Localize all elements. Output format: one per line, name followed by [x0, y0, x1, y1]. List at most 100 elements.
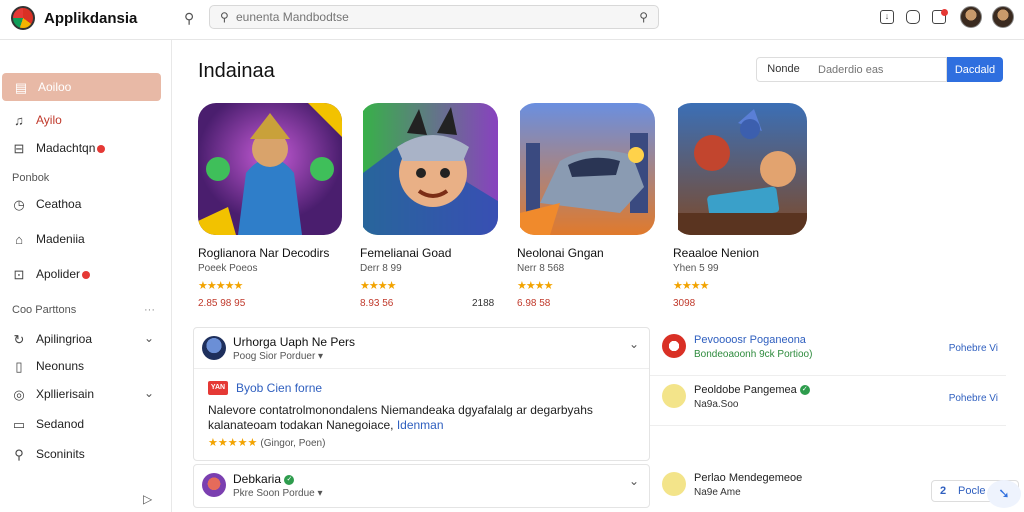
search-submit-icon[interactable]: ⚲ [639, 10, 648, 24]
reviewer-name[interactable]: Debkaria ✓ [233, 472, 295, 486]
search-bar[interactable]: ⚲ ⚲ [209, 5, 659, 29]
filter-input[interactable] [810, 57, 947, 82]
app-logo-icon[interactable] [11, 6, 35, 30]
sidebar: ▤ Aoiloo ♫ Ayilo ⊟ Madachtqn Ponbok ◷ Ce… [0, 40, 172, 512]
game-cover-image[interactable] [673, 103, 807, 235]
sidebar-item-home[interactable]: ⌂ Madeniia [0, 225, 172, 253]
sidebar-item-label: Madachtqn [36, 141, 106, 155]
game-title[interactable]: Reaaloe Nenion [673, 246, 759, 260]
activity-title[interactable]: Peoldobe Pangemea ✓ [694, 384, 810, 396]
chevron-down-icon[interactable]: ⌄ [629, 474, 639, 488]
sidebar-item-charts[interactable]: ⊡ Apolider [0, 260, 172, 288]
sidebar-item-label: Madeniia [36, 232, 85, 246]
game-meta: Poeek Poeos [198, 263, 258, 274]
search-input[interactable] [236, 9, 616, 25]
sidebar-item-label: Aoiloo [38, 80, 72, 94]
game-title[interactable]: Femelianai Goad [360, 246, 451, 260]
game-meta: Yhen 5 99 [673, 263, 719, 274]
sidebar-item-label: Neonuns [36, 359, 85, 373]
notification-badge [941, 9, 948, 16]
game-card[interactable]: Reaaloe Nenion Yhen 5 99 ★★★★ 3098 [673, 103, 823, 313]
game-title[interactable]: Roglianora Nar Decodirs [198, 246, 329, 260]
store-icon: ▤ [14, 80, 28, 95]
sidebar-item-notifications[interactable]: ♫ Ayilo [0, 106, 172, 134]
game-card[interactable]: Femelianai Goad Derr 8 99 ★★★★ 8.93 56 2… [360, 103, 510, 313]
reviewer-sub[interactable]: Poog Sior Porduer ▾ [233, 351, 323, 362]
activity-sub: Na9e Ame [694, 487, 741, 498]
activity-link[interactable]: Pohebre Vi [949, 343, 998, 354]
list-item[interactable]: Pevoooosr Poganeona Bondeoaoonh 9ck Port… [650, 326, 1006, 376]
rating-stars: ★★★★ [360, 280, 396, 292]
sidebar-item-label: Sedanod [36, 417, 85, 431]
chevron-down-icon[interactable]: ⌄ [629, 337, 639, 351]
avatar [662, 472, 686, 496]
review-title[interactable]: Byob Cien forne [236, 381, 322, 395]
sidebar-item-folders[interactable]: ▭ Sedanod [0, 410, 172, 438]
activity-link[interactable]: Pohebre Vi [949, 393, 998, 404]
sidebar-item-apps[interactable]: ↻ Apilingrioa ⌄ [0, 325, 172, 353]
badge-dot [82, 270, 91, 279]
badge-dot [97, 144, 106, 153]
game-card[interactable]: Neolonai Gngan Nerr 8 568 ★★★★ 6.98 58 [517, 103, 667, 313]
download-icon[interactable]: ↓ [880, 10, 894, 24]
more-icon[interactable]: ··· [144, 304, 155, 316]
game-cover-image[interactable] [360, 103, 498, 235]
list-item[interactable]: Peoldobe Pangemea ✓ Na9a.Soo Pohebre Vi [650, 376, 1006, 426]
chat-icon[interactable]: ➘ [987, 480, 1021, 508]
filter-label[interactable]: Nonde [756, 57, 811, 82]
activity-title[interactable]: Perlao Mendegemeoe [694, 472, 802, 484]
sidebar-item-settings[interactable]: ⚲ Sconinits [0, 440, 172, 468]
sidebar-item-label: Ceathoa [36, 197, 82, 211]
game-card[interactable]: Roglianora Nar Decodirs Poeek Poeos ★★★★… [198, 103, 348, 313]
sidebar-item-store[interactable]: ▤ Aoiloo [2, 73, 161, 101]
activity-title[interactable]: Pevoooosr Poganeona [694, 334, 806, 346]
reviewer-name[interactable]: Urhorga Uaph Ne Pers [233, 335, 355, 349]
sidebar-item-explore[interactable]: ◎ Xpllierisain ⌄ [0, 380, 172, 408]
page-label[interactable]: Pocle [958, 485, 986, 497]
verified-icon: ✓ [799, 385, 810, 396]
sidebar-item-label: Apilingrioa [36, 332, 93, 346]
sidebar-item-label: Sconinits [36, 447, 85, 461]
chevron-down-icon[interactable]: ⌄ [144, 331, 154, 345]
game-cover-image[interactable] [517, 103, 655, 235]
sidebar-item-files[interactable]: ▯ Neonuns [0, 352, 172, 380]
window-icon[interactable] [906, 10, 920, 24]
section-label: Ponbok [12, 172, 50, 184]
game-meta: Nerr 8 568 [517, 263, 565, 274]
avatar[interactable] [202, 473, 226, 497]
game-cover-image[interactable] [198, 103, 342, 235]
rating-stars: ★★★★★ [198, 280, 243, 292]
avatar[interactable] [202, 336, 226, 360]
clock-icon: ◷ [13, 197, 25, 212]
review-panel: Debkaria ✓ Pkre Soon Pordue ▾ ⌄ [193, 464, 650, 508]
top-bar: Applikdansia ⚲ ⚲ ⚲ ↓ [0, 0, 1024, 40]
page-number[interactable]: 2 [940, 485, 946, 497]
game-art-car-icon [520, 103, 655, 235]
avatar [662, 384, 686, 408]
game-title[interactable]: Neolonai Gngan [517, 246, 604, 260]
filter-button[interactable]: Dacdald [947, 57, 1003, 82]
sidebar-item-label: Apolider [36, 267, 91, 281]
user-avatar[interactable] [992, 6, 1014, 28]
review-body: YAN Byob Cien forne Nalevore contatrolmo… [194, 368, 649, 456]
avatar[interactable] [960, 6, 982, 28]
rating-stars: ★★★★ [517, 280, 553, 292]
sidebar-item-label: Ayilo [36, 113, 62, 127]
chevron-down-icon[interactable]: ⌄ [144, 386, 154, 400]
sidebar-item-history[interactable]: ◷ Ceathoa [0, 190, 172, 218]
activity-sub: Bondeoaoonh 9ck Portioo) [694, 349, 813, 360]
game-price: 6.98 58 [517, 298, 551, 309]
reviewer-sub[interactable]: Pkre Soon Pordue ▾ [233, 488, 323, 499]
review-link[interactable]: Idenman [397, 418, 444, 432]
game-art-heroes-icon [678, 103, 807, 235]
sidebar-item-inbox[interactable]: ⊟ Madachtqn [0, 134, 172, 162]
folder-icon: ▭ [12, 417, 26, 432]
search-icon[interactable]: ⚲ [184, 10, 194, 27]
review-panel: Urhorga Uaph Ne Pers Poog Sior Porduer ▾… [193, 327, 650, 461]
review-text: Nalevore contatrolmonondalens Niemandeak… [208, 403, 593, 432]
collapse-sidebar-icon[interactable]: ▷ [143, 492, 152, 506]
search-icon: ⚲ [220, 10, 229, 24]
game-meta: Derr 8 99 [360, 263, 402, 274]
game-price-secondary: 2188 [472, 298, 495, 309]
inbox-icon: ⊟ [13, 141, 25, 156]
